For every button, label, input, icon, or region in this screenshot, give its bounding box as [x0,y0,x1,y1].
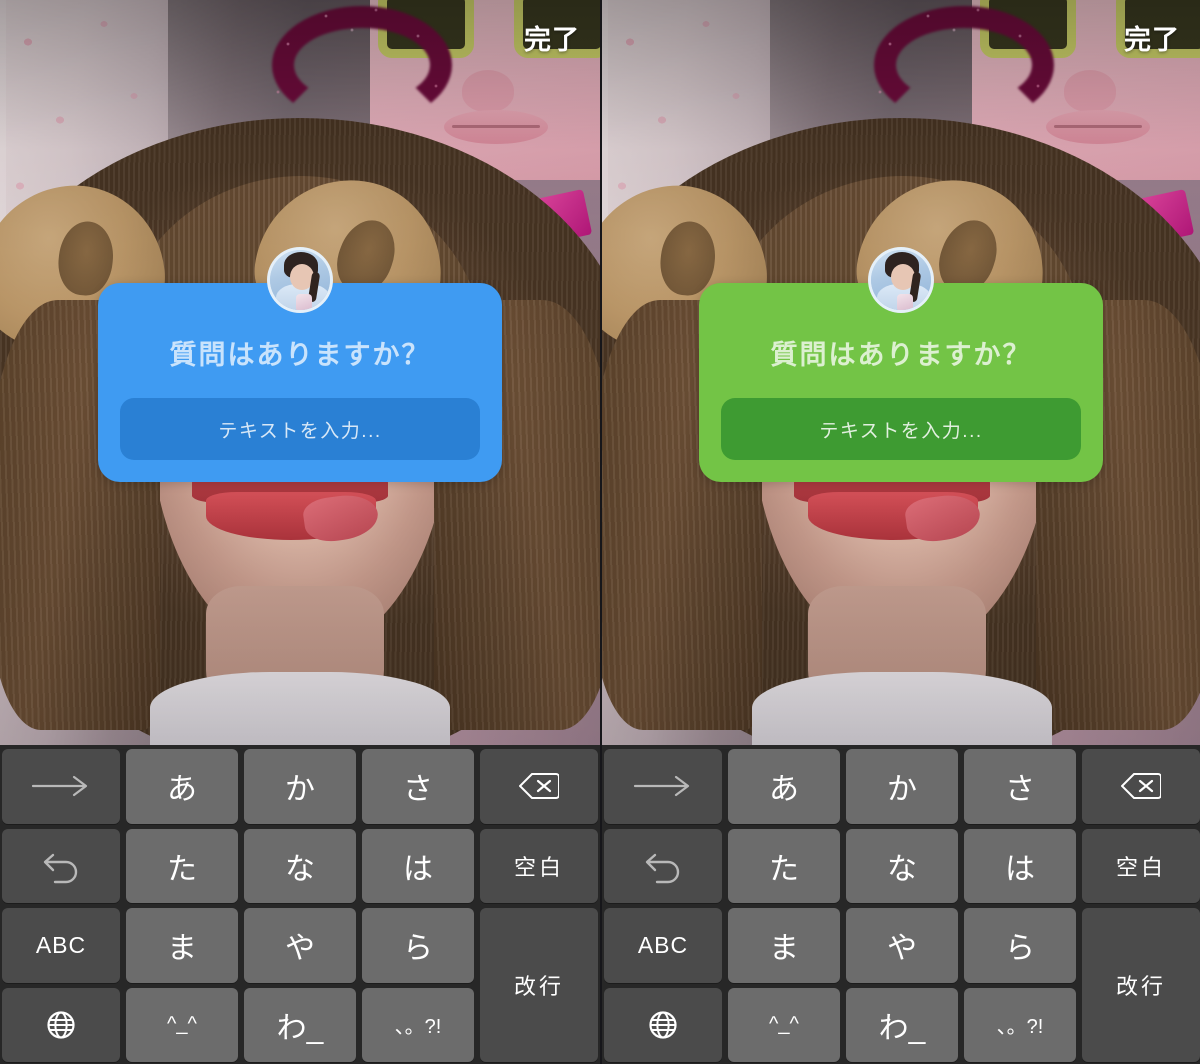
undo-key[interactable] [604,828,722,903]
emoticon-key[interactable]: ^_^ [126,987,238,1062]
backspace-key[interactable] [1082,749,1200,824]
question-sticker-wrapper[interactable]: 質問はありますか？ テキストを入力... [699,247,1103,482]
next-candidate-key[interactable] [2,749,120,824]
emoticon-key[interactable]: ^_^ [728,987,840,1062]
kana-ka-key[interactable]: か [244,749,356,824]
punctuation-key[interactable]: 、。?! [362,987,474,1062]
japanese-keyboard[interactable]: あかさたなは空白 ABC まやら改行 ^_^ わ_、。?! [602,745,1200,1064]
kana-ra-key[interactable]: ら [964,908,1076,983]
kana-sa-key[interactable]: さ [362,749,474,824]
kana-ra-key[interactable]: ら [362,908,474,983]
question-answer-placeholder: テキストを入力... [819,420,983,442]
kana-na-key[interactable]: な [846,828,958,903]
kana-wa-key[interactable]: わ_ [846,987,958,1062]
story-editor-panel-blue: 完了 質問はありますか？ テキストを入力... あかさたなは空白 ABC まやら改行… [0,0,600,1064]
space-key[interactable]: 空白 [480,828,598,903]
punctuation-key[interactable]: 、。?! [964,987,1076,1062]
globe-key[interactable] [2,987,120,1062]
avatar [267,247,333,313]
abc-mode-key[interactable]: ABC [2,908,120,983]
question-answer-placeholder: テキストを入力... [218,420,382,442]
kana-ma-key[interactable]: ま [728,908,840,983]
story-editor-panel-green: 完了 質問はありますか？ テキストを入力... あかさたなは空白 ABC まやら改行… [600,0,1200,1064]
japanese-keyboard[interactable]: あかさたなは空白 ABC まやら改行 ^_^ わ_、。?! [0,745,600,1064]
next-candidate-key[interactable] [604,749,722,824]
done-button[interactable]: 完了 [524,18,580,57]
kana-ka-key[interactable]: か [846,749,958,824]
tinsel-headband [868,0,1060,130]
keyboard-grid: あかさたなは空白 ABC まやら改行 ^_^ わ_、。?! [604,749,1200,1062]
undo-key[interactable] [2,828,120,903]
kana-ha-key[interactable]: は [964,828,1076,903]
kana-ta-key[interactable]: た [728,828,840,903]
avatar [868,247,934,313]
kana-ya-key[interactable]: や [244,908,356,983]
return-key[interactable]: 改行 [480,908,598,1062]
kana-a-key[interactable]: あ [728,749,840,824]
kana-wa-key[interactable]: わ_ [244,987,356,1062]
subject-shoulders [752,672,1052,745]
kana-sa-key[interactable]: さ [964,749,1076,824]
question-sticker-wrapper[interactable]: 質問はありますか？ テキストを入力... [98,247,502,482]
return-key[interactable]: 改行 [1082,908,1200,1062]
kana-ya-key[interactable]: や [846,908,958,983]
kana-ta-key[interactable]: た [126,828,238,903]
question-answer-input[interactable]: テキストを入力... [120,398,480,460]
question-sticker[interactable]: 質問はありますか？ テキストを入力... [699,247,1103,482]
done-button[interactable]: 完了 [1124,18,1180,57]
kana-na-key[interactable]: な [244,828,356,903]
abc-mode-key[interactable]: ABC [604,908,722,983]
question-sticker[interactable]: 質問はありますか？ テキストを入力... [98,247,502,482]
kana-a-key[interactable]: あ [126,749,238,824]
keyboard-grid: あかさたなは空白 ABC まやら改行 ^_^ わ_、。?! [2,749,598,1062]
kana-ha-key[interactable]: は [362,828,474,903]
question-sticker-title: 質問はありますか？ [770,340,1032,370]
globe-key[interactable] [604,987,722,1062]
space-key[interactable]: 空白 [1082,828,1200,903]
question-sticker-title: 質問はありますか？ [169,340,431,370]
question-answer-input[interactable]: テキストを入力... [721,398,1081,460]
subject-shoulders [150,672,450,745]
kana-ma-key[interactable]: ま [126,908,238,983]
screenshot-root: 完了 質問はありますか？ テキストを入力... あかさたなは空白 ABC まやら改行… [0,0,1200,1064]
tinsel-headband [266,0,458,130]
backspace-key[interactable] [480,749,598,824]
